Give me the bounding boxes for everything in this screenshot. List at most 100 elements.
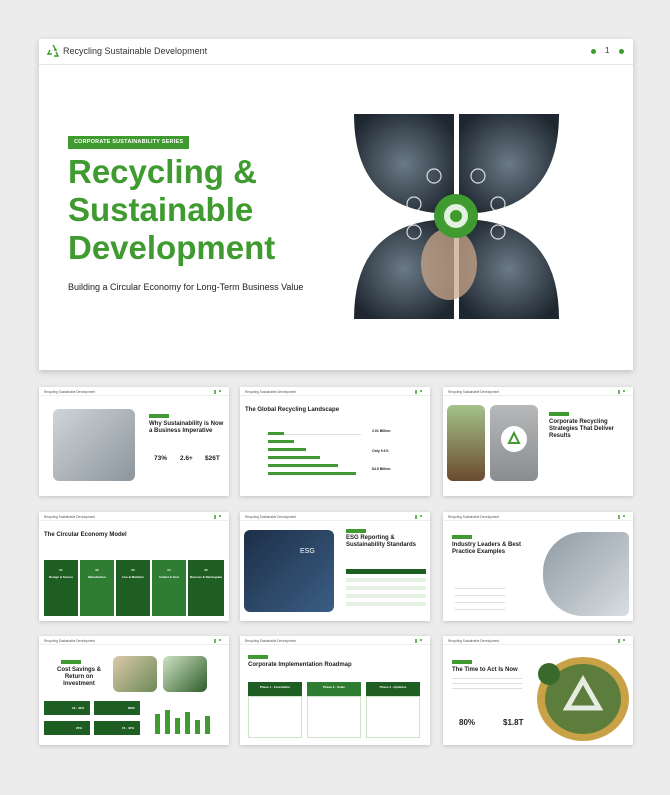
thumb-title: The Global Recycling Landscape — [245, 407, 340, 413]
slide-thumbnail-8[interactable]: Recycling Sustainable Development Cost S… — [39, 636, 229, 745]
kpi-value: 15 - 40% — [122, 726, 135, 730]
thumb-title-line: Strategies That Deliver — [549, 426, 615, 432]
recycle-sign-photo — [490, 405, 538, 481]
thumb-dots-icon — [211, 390, 225, 394]
thumb-tag — [452, 660, 472, 664]
phase-header: Phase 1 - Foundation — [248, 682, 302, 696]
thumb-dots-icon — [615, 515, 629, 519]
thumb-title-line: Practice Examples — [452, 549, 506, 555]
business-team-photo — [543, 532, 629, 616]
thumb-title: The Time to Act Is Now — [452, 667, 518, 673]
esg-photo: ESG — [244, 530, 334, 612]
kpi-card: 15 - 40% — [94, 721, 140, 735]
thumb-title-line: Cost Savings & — [56, 667, 101, 673]
thumb-title-line: Corporate Recycling — [549, 419, 608, 425]
forest-recycle-image — [537, 657, 629, 741]
kpi-value: $300 — [128, 706, 135, 710]
thumb-tag — [61, 660, 81, 664]
step-number: 03 — [131, 568, 135, 572]
slide-thumbnail-2[interactable]: Recycling Sustainable Development Why Su… — [39, 387, 229, 496]
stat-value: 2.6+ — [180, 455, 193, 462]
slide-thumbnail-7[interactable]: Recycling Sustainable Development Indust… — [443, 512, 633, 621]
thumb-dots-icon — [412, 390, 426, 394]
thumb-header: Recycling Sustainable Development — [443, 512, 633, 521]
stat-value: 80% — [459, 718, 476, 727]
phase-label: Phase 3 - Optimize — [379, 685, 407, 689]
series-badge: CORPORATE SUSTAINABILITY SERIES — [68, 136, 190, 149]
step-card: 01 Design & Source — [44, 560, 78, 616]
header-title: Recycling Sustainable Development — [63, 46, 208, 56]
thumb-title-line: Investment — [63, 681, 95, 687]
thumb-tag — [549, 412, 569, 416]
nav-dot-icon — [619, 49, 624, 54]
step-card: 03 Use & Maintain — [116, 560, 150, 616]
kpi-card: $300 — [94, 701, 140, 715]
slide-thumbnail-4[interactable]: Recycling Sustainable Development Corpor… — [443, 387, 633, 496]
stat-value: 73% — [154, 455, 168, 462]
title-line-3: Development — [68, 229, 276, 266]
stat-value: Only 9.1% — [372, 449, 389, 453]
slide-thumbnail-3[interactable]: Recycling Sustainable Development The Gl… — [240, 387, 430, 496]
hero-petal-image — [354, 114, 559, 319]
title-line-1: Recycling & — [68, 153, 257, 190]
step-label: Design & Source — [48, 575, 73, 579]
phase-label: Phase 2 - Scale — [323, 685, 345, 689]
thumb-header: Recycling Sustainable Development — [39, 636, 229, 645]
thumb-tag — [248, 655, 268, 659]
step-card: 02 Manufacture — [80, 560, 114, 616]
step-label: Recover & Reintegrate — [189, 575, 223, 579]
thumb-dots-icon — [615, 390, 629, 394]
meeting-photo — [53, 409, 135, 481]
coins-photo — [113, 656, 157, 692]
step-number: 04 — [167, 568, 171, 572]
thumb-title: Cost Savings & Return on Investment — [45, 667, 113, 688]
thumb-title: Corporate Implementation Roadmap — [248, 662, 352, 668]
phase-header: Phase 3 - Optimize — [366, 682, 420, 696]
thumb-title: Industry Leaders & Best Practice Example… — [452, 542, 542, 556]
slide-thumbnail-10[interactable]: Recycling Sustainable Development The Ti… — [443, 636, 633, 745]
thumb-title-line: Why Sustainability is Now — [149, 421, 224, 427]
thumb-title: Why Sustainability is Now a Business Imp… — [149, 421, 227, 435]
thumb-header: Recycling Sustainable Development — [443, 636, 633, 645]
step-number: 05 — [204, 568, 208, 572]
thumb-dots-icon — [412, 639, 426, 643]
slide-thumbnail-6[interactable]: Recycling Sustainable Development ESG ES… — [240, 512, 430, 621]
step-label: Use & Maintain — [122, 575, 144, 579]
kpi-value: 25% — [76, 726, 83, 730]
kpi-card: 18 - 40% — [44, 701, 90, 715]
thumb-header: Recycling Sustainable Development — [240, 512, 430, 521]
step-number: 01 — [59, 568, 63, 572]
esg-text: ESG — [300, 548, 315, 555]
title-line-2: Sustainable — [68, 191, 254, 228]
slide-thumbnail-5[interactable]: Recycling Sustainable Development The Ci… — [39, 512, 229, 621]
table-header — [346, 569, 426, 574]
thumb-title-line: ESG Reporting & — [346, 535, 395, 541]
forest-photo — [163, 656, 207, 692]
thumb-dots-icon — [412, 515, 426, 519]
slide-thumbnail-9[interactable]: Recycling Sustainable Development Corpor… — [240, 636, 430, 745]
thumb-header: Recycling Sustainable Development — [240, 387, 430, 396]
kpi-value: 18 - 40% — [72, 706, 85, 710]
slide-header: Recycling Sustainable Development 1 — [39, 39, 633, 65]
phase-header: Phase 2 - Scale — [307, 682, 361, 696]
thumb-title: The Circular Economy Model — [44, 532, 127, 538]
thumb-tag — [149, 414, 169, 418]
thumb-title-line: Return on — [64, 674, 94, 680]
thumb-dots-icon — [211, 639, 225, 643]
thumb-header: Recycling Sustainable Development — [39, 387, 229, 396]
stat-value: $4.5 Billion — [372, 467, 391, 471]
seedling-photo — [447, 405, 485, 481]
step-card: 04 Collect & Sort — [152, 560, 186, 616]
thumb-title: Corporate Recycling Strategies That Deli… — [549, 419, 629, 440]
recycle-logo-icon — [46, 44, 60, 57]
step-label: Manufacture — [88, 575, 106, 579]
page-title: Recycling & Sustainable Development — [68, 153, 328, 267]
thumb-title-line: Sustainability Standards — [346, 542, 417, 548]
hero-slide[interactable]: Recycling Sustainable Development 1 CORP… — [39, 39, 633, 370]
step-card: 05 Recover & Reintegrate — [188, 560, 224, 616]
step-label: Collect & Sort — [159, 575, 179, 579]
step-number: 02 — [95, 568, 99, 572]
thumb-tag — [346, 529, 366, 533]
page-number: 1 — [605, 46, 610, 55]
thumb-title-line: Results — [549, 433, 571, 439]
